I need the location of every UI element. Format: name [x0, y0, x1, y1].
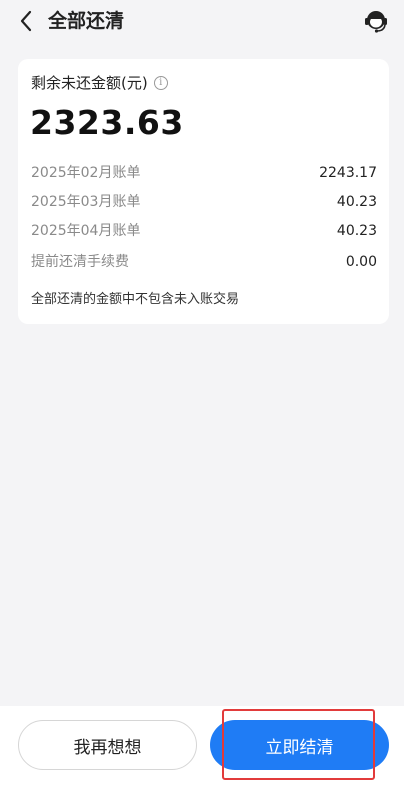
bill-value: 40.23 — [336, 223, 377, 239]
remaining-amount: 2323.63 — [30, 103, 184, 142]
customer-service-icon — [365, 11, 387, 33]
repay-all-page: 全部还清 剩余未还金额(元) i 2323.63 2025年02月账单 2243… — [0, 0, 404, 790]
info-icon[interactable]: i — [153, 76, 168, 90]
fee-row: 提前还清手续费 0.00 — [31, 251, 377, 273]
chevron-left-icon — [20, 10, 32, 32]
back-button[interactable] — [14, 9, 38, 33]
bottom-action-bar: 我再想想 立即结清 — [0, 706, 404, 790]
bill-row: 2025年02月账单 2243.17 — [31, 162, 377, 184]
bill-name: 2025年04月账单 — [31, 223, 141, 239]
fee-name: 提前还清手续费 — [31, 254, 129, 270]
remaining-label-row: 剩余未还金额(元) i — [31, 73, 168, 93]
remaining-amount-label: 剩余未还金额(元) — [31, 74, 148, 92]
bill-row: 2025年04月账单 40.23 — [31, 220, 377, 242]
bill-value: 40.23 — [336, 194, 377, 210]
note-text: 全部还清的金额中不包含未入账交易 — [31, 292, 240, 307]
header: 全部还清 — [0, 0, 404, 44]
summary-card: 剩余未还金额(元) i 2323.63 2025年02月账单 2243.17 2… — [18, 59, 389, 324]
fee-value: 0.00 — [345, 254, 377, 270]
bill-name: 2025年03月账单 — [31, 194, 141, 210]
page-title: 全部还清 — [48, 10, 125, 32]
bill-value: 2243.17 — [319, 165, 377, 181]
settle-now-button[interactable]: 立即结清 — [210, 720, 389, 770]
customer-service-button[interactable] — [362, 7, 390, 35]
think-again-button[interactable]: 我再想想 — [18, 720, 197, 770]
bill-name: 2025年02月账单 — [31, 165, 141, 181]
bill-row: 2025年03月账单 40.23 — [31, 191, 377, 213]
